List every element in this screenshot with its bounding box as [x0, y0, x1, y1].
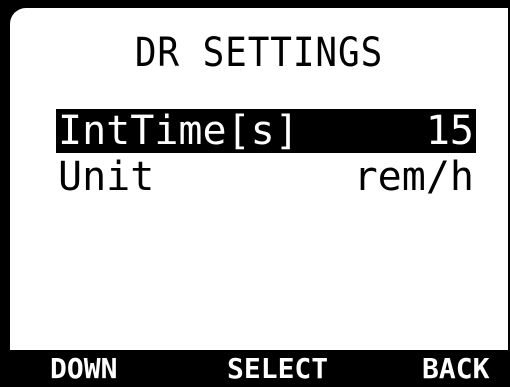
- menu-item-value: rem/h: [353, 154, 474, 200]
- screen-title: DR SETTINGS: [134, 30, 384, 76]
- lcd-screen: DR SETTINGS IntTime[s] 15 Unit rem/h: [10, 8, 508, 350]
- menu-item-label: IntTime[s]: [58, 108, 299, 154]
- menu-item-label: Unit: [58, 154, 155, 200]
- device-bezel: DR SETTINGS IntTime[s] 15 Unit rem/h DOW…: [0, 0, 510, 387]
- menu-item-unit[interactable]: Unit rem/h: [56, 155, 476, 199]
- menu-item-value: 15: [425, 108, 474, 154]
- select-softkey[interactable]: SELECT: [227, 352, 328, 386]
- down-softkey[interactable]: DOWN: [50, 352, 117, 386]
- menu-item-integration-time[interactable]: IntTime[s] 15: [56, 109, 476, 153]
- back-softkey[interactable]: BACK: [422, 352, 489, 386]
- softkey-bar: DOWN SELECT BACK: [0, 350, 510, 387]
